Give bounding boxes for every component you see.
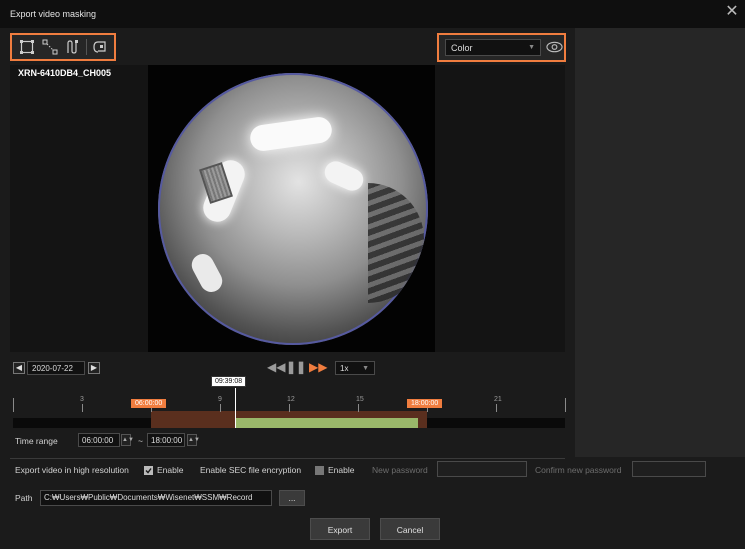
cancel-button[interactable]: Cancel <box>380 518 440 540</box>
section-divider <box>10 458 565 459</box>
time-range-start[interactable]: 06:00:00 <box>78 433 120 447</box>
video-view[interactable]: XRN-6410DB4_CH005 <box>10 65 565 352</box>
high-res-checkbox[interactable] <box>144 466 153 475</box>
mask-color-select[interactable]: Color ▼ <box>445 39 541 56</box>
title-bar <box>0 0 745 28</box>
timeline-tick-label: 3 <box>80 396 84 403</box>
ceiling-light <box>248 115 334 153</box>
high-res-enable-label: Enable <box>157 465 184 475</box>
mask-color-value: Color <box>451 43 473 53</box>
fisheye-frame[interactable] <box>148 65 435 352</box>
window-title: Export video masking <box>10 9 97 19</box>
timeline-tick-label: 15 <box>356 396 364 403</box>
timeline-tick-label: 21 <box>494 396 502 403</box>
sec-enable-label: Enable <box>328 465 355 475</box>
rewind-icon[interactable]: ◀◀ <box>267 360 285 374</box>
side-panel <box>575 28 745 457</box>
eye-icon[interactable] <box>546 40 563 54</box>
end-time-spinner[interactable]: ▲▼ <box>187 434 200 446</box>
next-date-button[interactable]: ▶ <box>88 362 100 374</box>
sec-encryption-checkbox[interactable] <box>315 466 324 475</box>
new-password-input[interactable] <box>437 461 527 477</box>
manual-track-icon[interactable] <box>63 37 83 57</box>
time-range-label: Time range <box>15 436 58 446</box>
toolbar-divider <box>85 39 87 55</box>
timeline-tick <box>13 398 14 412</box>
browse-button[interactable]: ... <box>279 490 305 506</box>
close-icon[interactable]: ✕ <box>723 3 741 21</box>
time-range-end[interactable]: 18:00:00 <box>147 433 185 447</box>
prev-date-button[interactable]: ◀ <box>13 362 25 374</box>
start-time-spinner[interactable]: ▲▼ <box>121 434 134 446</box>
timeline-tick <box>82 404 83 412</box>
current-time-label: 09:39:08 <box>210 376 247 387</box>
chevron-down-icon: ▼ <box>362 365 369 372</box>
path-input[interactable]: C:₩Users₩Public₩Documents₩Wisenet₩SSM₩Re… <box>40 490 272 506</box>
ceiling-light <box>321 157 367 195</box>
timeline-tick-label: 9 <box>218 396 222 403</box>
mask-color-panel: Color ▼ <box>437 33 566 62</box>
confirm-password-input[interactable] <box>632 461 706 477</box>
range-start-label[interactable]: 06:00:00 <box>131 399 167 408</box>
fast-forward-icon[interactable]: ▶▶ <box>309 360 327 374</box>
auto-track-icon[interactable] <box>90 37 110 57</box>
timeline-tick <box>358 404 359 412</box>
mask-toolbar <box>10 33 116 61</box>
playhead[interactable] <box>234 388 236 428</box>
time-range-separator: ~ <box>138 436 143 446</box>
chevron-down-icon: ▼ <box>528 44 535 51</box>
export-button[interactable]: Export <box>310 518 370 540</box>
range-end-label[interactable]: 18:00:00 <box>407 399 443 408</box>
speed-select[interactable]: 1x ▼ <box>335 361 375 375</box>
timeline-recorded <box>234 418 418 428</box>
camera-label: XRN-6410DB4_CH005 <box>18 68 112 78</box>
rectangle-mask-icon[interactable] <box>17 37 37 57</box>
timeline-tick <box>496 404 497 412</box>
path-label: Path <box>15 493 33 503</box>
pause-icon[interactable]: ❚❚ <box>286 360 306 374</box>
confirm-password-label: Confirm new password <box>535 465 622 475</box>
wall-region <box>368 183 424 303</box>
fisheye-image[interactable] <box>158 73 428 345</box>
timeline-tick <box>289 404 290 412</box>
high-res-label: Export video in high resolution <box>15 465 129 475</box>
sec-encryption-label: Enable SEC file encryption <box>200 465 302 475</box>
speed-value: 1x <box>340 364 349 373</box>
new-password-label: New password <box>372 465 428 475</box>
polygon-mask-icon[interactable] <box>40 37 60 57</box>
timeline-tick-label: 12 <box>287 396 295 403</box>
date-field[interactable]: 2020-07-22 <box>27 361 85 375</box>
timeline-tick <box>220 404 221 412</box>
timeline[interactable]: 3 9 12 15 21 06:00:00 18:00:00 09:39:08 <box>13 376 566 428</box>
ceiling-light <box>187 250 227 296</box>
timeline-tick <box>565 398 566 412</box>
